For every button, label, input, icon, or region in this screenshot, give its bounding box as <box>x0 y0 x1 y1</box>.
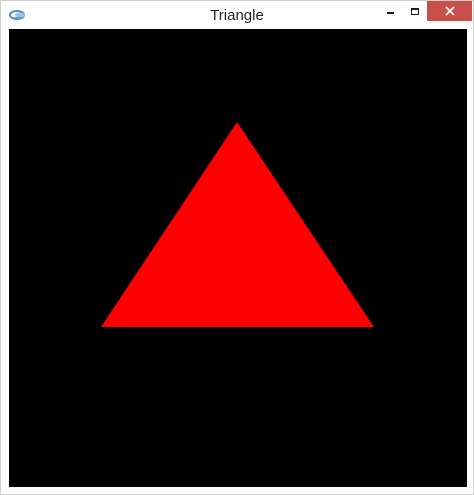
close-icon <box>444 6 455 16</box>
maximize-icon <box>411 7 419 15</box>
maximize-button[interactable] <box>403 1 427 21</box>
red-triangle <box>101 122 374 327</box>
title-bar[interactable]: Triangle <box>1 1 473 29</box>
render-canvas[interactable] <box>9 29 467 487</box>
app-icon[interactable] <box>9 8 27 22</box>
app-window: Triangle <box>0 0 474 495</box>
minimize-icon <box>386 11 394 14</box>
close-button[interactable] <box>427 1 472 21</box>
triangle-scene <box>101 122 374 327</box>
minimize-button[interactable] <box>377 1 403 21</box>
